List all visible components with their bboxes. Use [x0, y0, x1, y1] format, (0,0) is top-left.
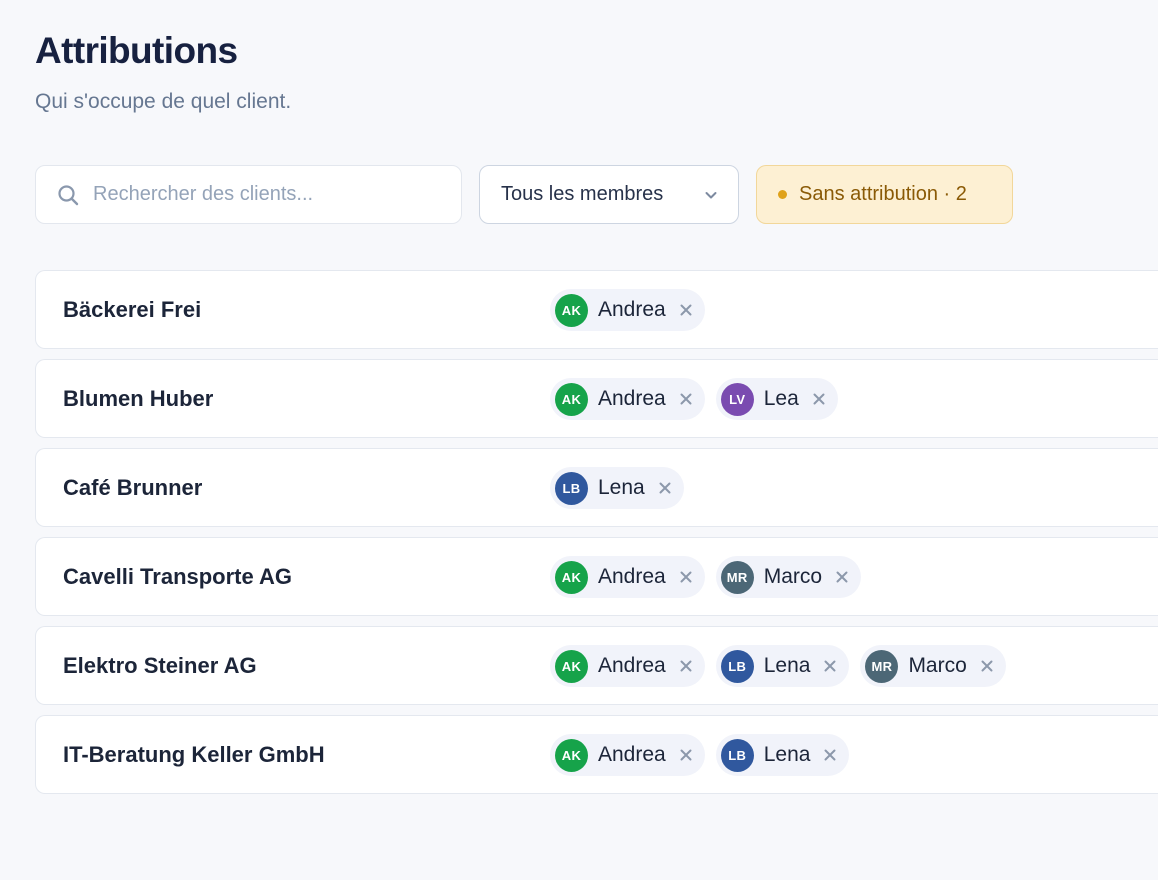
- assignee-chips: AK Andrea MR Marco: [550, 556, 862, 598]
- client-name: Blumen Huber: [63, 386, 214, 411]
- assignee-chip[interactable]: AK Andrea: [550, 378, 705, 420]
- client-name: Café Brunner: [63, 475, 203, 500]
- assignee-name: Lena: [598, 476, 645, 499]
- assignee-name: Lea: [763, 387, 799, 410]
- unassigned-filter-button[interactable]: Sans attribution · 2: [756, 165, 1013, 224]
- assignee-chip[interactable]: MR Marco: [860, 645, 1006, 687]
- avatar: AK: [555, 560, 588, 594]
- page-subtitle: Qui s'occupe de quel client.: [35, 90, 292, 113]
- assignee-chip[interactable]: AK Andrea: [550, 734, 705, 776]
- assignee-name: Marco: [763, 565, 823, 588]
- assignee-chip[interactable]: MR Marco: [715, 556, 862, 598]
- assignee-chips: AK Andrea LB Lena MR Marco: [550, 645, 1006, 687]
- remove-assignee-icon[interactable]: [679, 659, 693, 673]
- status-dot-icon: [778, 190, 787, 199]
- avatar: AK: [555, 649, 588, 683]
- avatar: LB: [720, 738, 754, 772]
- avatar: AK: [555, 293, 588, 327]
- page: Attributions Qui s'occupe de quel client…: [35, 0, 1158, 880]
- assignee-chip[interactable]: LV Lea: [715, 378, 838, 420]
- search-box[interactable]: [35, 165, 462, 224]
- client-name: Cavelli Transporte AG: [63, 564, 293, 589]
- chevron-down-icon: [703, 187, 719, 208]
- page-title: Attributions: [35, 30, 238, 71]
- assignee-name: Andrea: [598, 565, 666, 588]
- assignee-name: Andrea: [598, 298, 666, 321]
- member-filter-value: Tous les membres: [501, 183, 664, 205]
- assignee-chip[interactable]: LB Lena: [550, 467, 684, 509]
- avatar: LB: [555, 471, 588, 505]
- remove-assignee-icon[interactable]: [812, 392, 826, 406]
- remove-assignee-icon[interactable]: [823, 748, 837, 762]
- avatar: MR: [720, 560, 754, 594]
- client-row[interactable]: Elektro Steiner AG AK Andrea LB Lena MR Marco: [35, 626, 1158, 705]
- avatar: AK: [555, 738, 588, 772]
- remove-assignee-icon[interactable]: [679, 748, 693, 762]
- assignee-name: Lena: [763, 743, 811, 766]
- client-row[interactable]: Café Brunner LB Lena: [35, 448, 1158, 527]
- client-row[interactable]: IT-Beratung Keller GmbH AK Andrea LB Lena: [35, 715, 1158, 794]
- member-filter-dropdown[interactable]: Tous les membres: [479, 165, 739, 224]
- assignee-name: Marco: [908, 654, 967, 677]
- client-list: Bäckerei Frei AK Andrea Blumen Huber AK Andre…: [35, 270, 1158, 804]
- unassigned-filter-label: Sans attribution · 2: [799, 183, 967, 205]
- client-row[interactable]: Cavelli Transporte AG AK Andrea MR Marco: [35, 537, 1158, 616]
- assignee-name: Andrea: [598, 743, 666, 766]
- assignee-chips: LB Lena: [550, 467, 684, 509]
- assignee-name: Andrea: [598, 654, 666, 677]
- search-input[interactable]: [93, 183, 423, 206]
- remove-assignee-icon[interactable]: [679, 303, 693, 317]
- assignee-name: Lena: [763, 654, 811, 677]
- assignee-name: Andrea: [598, 387, 666, 410]
- assignee-chip[interactable]: LB Lena: [715, 734, 850, 776]
- client-row[interactable]: Bäckerei Frei AK Andrea: [35, 270, 1158, 349]
- remove-assignee-icon[interactable]: [980, 659, 994, 673]
- client-row[interactable]: Blumen Huber AK Andrea LV Lea: [35, 359, 1158, 438]
- assignee-chip[interactable]: AK Andrea: [550, 645, 705, 687]
- avatar: LV: [720, 382, 754, 416]
- remove-assignee-icon[interactable]: [679, 570, 693, 584]
- avatar: AK: [555, 382, 588, 416]
- remove-assignee-icon[interactable]: [658, 481, 672, 495]
- client-name: Bäckerei Frei: [63, 297, 202, 322]
- remove-assignee-icon[interactable]: [835, 570, 849, 584]
- assignee-chips: AK Andrea LV Lea: [550, 378, 838, 420]
- assignee-chips: AK Andrea LB Lena: [550, 734, 850, 776]
- assignee-chip[interactable]: AK Andrea: [550, 556, 705, 598]
- avatar: MR: [865, 649, 899, 683]
- avatar: LB: [720, 649, 754, 683]
- client-name: IT-Beratung Keller GmbH: [63, 742, 325, 767]
- filter-toolbar: Tous les membres Sans attribution · 2: [35, 165, 1158, 224]
- search-icon: [57, 184, 79, 206]
- assignee-chip[interactable]: AK Andrea: [550, 289, 705, 331]
- remove-assignee-icon[interactable]: [679, 392, 693, 406]
- remove-assignee-icon[interactable]: [823, 659, 837, 673]
- client-name: Elektro Steiner AG: [63, 653, 257, 678]
- assignee-chips: AK Andrea: [550, 289, 705, 331]
- assignee-chip[interactable]: LB Lena: [715, 645, 850, 687]
